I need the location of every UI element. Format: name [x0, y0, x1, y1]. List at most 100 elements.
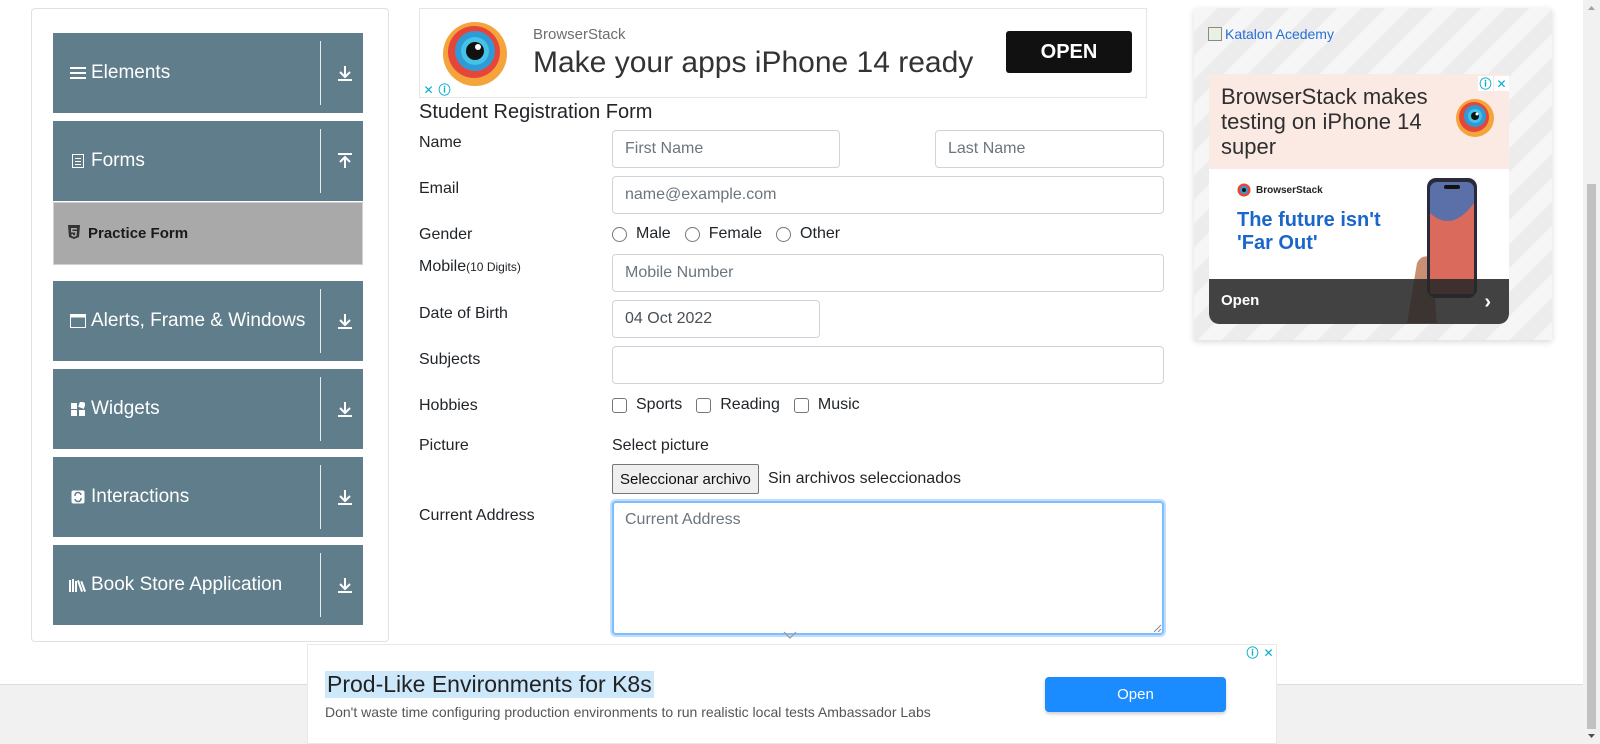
- expand-icon[interactable]: [335, 575, 355, 595]
- close-icon[interactable]: ✕: [1494, 76, 1509, 91]
- file-status: Sin archivos seleccionados: [768, 470, 961, 487]
- info-icon[interactable]: ⓘ: [1478, 76, 1493, 91]
- broken-image-icon: [1208, 27, 1222, 41]
- chevron-right-icon[interactable]: ›: [1484, 291, 1491, 314]
- group-alerts-frame-windows[interactable]: Alerts, Frame & Windows: [53, 281, 363, 361]
- ad-open-button[interactable]: Open: [1045, 677, 1226, 712]
- browserstack-mini-logo: [1237, 183, 1251, 197]
- divider: [320, 41, 321, 105]
- form-title: Student Registration Form: [419, 101, 653, 123]
- bottom-ad-banner[interactable]: Prod-Like Environments for K8s Don't was…: [307, 644, 1277, 744]
- browserstack-logo: [442, 21, 508, 87]
- hamburger-icon: [69, 64, 87, 82]
- scroll-up-icon[interactable]: [1587, 3, 1596, 13]
- hobbies-label: Hobbies: [419, 397, 478, 414]
- top-ad-banner[interactable]: BrowserStack Make your apps iPhone 14 re…: [419, 8, 1147, 98]
- checkbox[interactable]: [793, 397, 809, 413]
- expand-icon[interactable]: [335, 63, 355, 83]
- group-elements[interactable]: Elements: [53, 33, 363, 113]
- hobby-music[interactable]: Music: [793, 396, 860, 414]
- info-icon[interactable]: ⓘ: [1245, 645, 1260, 660]
- current-address-textarea[interactable]: [612, 501, 1164, 635]
- browserstack-logo: [1456, 99, 1494, 137]
- expand-icon[interactable]: [335, 399, 355, 419]
- group-label: Elements: [91, 62, 171, 83]
- address-label: Current Address: [419, 507, 535, 524]
- name-label: Name: [419, 134, 462, 151]
- ad-subtext: Don't waste time configuring production …: [325, 704, 931, 720]
- checkbox[interactable]: [696, 397, 712, 413]
- info-icon[interactable]: ⓘ: [437, 82, 452, 97]
- ad-open-label[interactable]: Open: [1221, 292, 1259, 309]
- collapse-icon[interactable]: [335, 151, 355, 171]
- group-forms[interactable]: Forms: [53, 121, 363, 201]
- close-icon[interactable]: ✕: [421, 82, 436, 97]
- option-label: Other: [800, 225, 841, 242]
- mobile-label: Mobile(10 Digits): [419, 258, 521, 276]
- radio-button[interactable]: [612, 226, 627, 242]
- chevron-down-icon[interactable]: [783, 631, 797, 639]
- adchoices[interactable]: ⓘ ✕: [1478, 76, 1509, 91]
- hobbies-options: Sports Reading Music: [612, 396, 874, 414]
- ad-cta-bar[interactable]: Open ›: [1209, 279, 1509, 324]
- group-label: Interactions: [91, 486, 190, 507]
- radio-button[interactable]: [776, 226, 792, 242]
- scroll-thumb[interactable]: [1587, 184, 1596, 729]
- gender-label: Gender: [419, 226, 473, 243]
- mobile-input[interactable]: [612, 254, 1164, 292]
- option-label: Music: [817, 396, 860, 413]
- option-label: Male: [636, 225, 671, 242]
- mobile-label-text: Mobile: [419, 258, 467, 275]
- ad-headline: BrowserStack makes testing on iPhone 14 …: [1221, 84, 1428, 159]
- window-icon: [69, 312, 87, 330]
- hobby-reading[interactable]: Reading: [696, 396, 780, 414]
- last-name-input[interactable]: [935, 130, 1164, 168]
- subjects-label: Subjects: [419, 351, 481, 368]
- gender-options: Male Female Other: [612, 225, 854, 243]
- vertical-scrollbar[interactable]: [1583, 0, 1600, 744]
- gender-option-male[interactable]: Male: [612, 225, 671, 243]
- image-alt-text: Katalon Acedemy: [1225, 26, 1334, 42]
- mini-brand-label: BrowserStack: [1256, 184, 1323, 196]
- adchoices[interactable]: ⓘ ✕: [1245, 645, 1276, 660]
- books-icon: [69, 576, 87, 594]
- adchoices[interactable]: ✕ ⓘ: [421, 82, 452, 97]
- group-label: Widgets: [91, 398, 160, 419]
- email-label: Email: [419, 180, 460, 197]
- group-book-store[interactable]: Book Store Application: [53, 545, 363, 625]
- expand-icon[interactable]: [335, 487, 355, 507]
- dob-label: Date of Birth: [419, 305, 508, 322]
- radio-button[interactable]: [684, 226, 700, 242]
- gender-option-female[interactable]: Female: [684, 225, 762, 243]
- group-interactions[interactable]: Interactions: [53, 457, 363, 537]
- menu-item-practice-form[interactable]: Practice Form: [53, 202, 363, 265]
- ad-top-panel: BrowserStack makes testing on iPhone 14 …: [1209, 74, 1509, 169]
- expand-icon[interactable]: [335, 311, 355, 331]
- browserstack-ad[interactable]: BrowserStack makes testing on iPhone 14 …: [1209, 74, 1509, 324]
- html5-icon: [68, 225, 82, 241]
- group-label: Alerts, Frame & Windows: [91, 310, 306, 331]
- email-input[interactable]: [612, 176, 1164, 214]
- document-icon: [69, 152, 87, 170]
- menu-item-label: Practice Form: [88, 225, 189, 242]
- right-ad[interactable]: Katalon Acedemy BrowserStack makes testi…: [1194, 8, 1552, 340]
- checkbox[interactable]: [612, 397, 627, 413]
- ad-headline: Prod-Like Environments for K8s: [325, 671, 654, 698]
- dob-input[interactable]: [612, 300, 820, 338]
- group-widgets[interactable]: Widgets: [53, 369, 363, 449]
- first-name-input[interactable]: [612, 130, 840, 168]
- ad-open-button[interactable]: OPEN: [1006, 31, 1132, 73]
- mobile-hint: (10 Digits): [466, 260, 521, 274]
- hobby-sports[interactable]: Sports: [612, 396, 682, 414]
- katalon-image[interactable]: Katalon Acedemy: [1208, 26, 1334, 42]
- widgets-icon: [69, 400, 87, 418]
- scroll-down-icon[interactable]: [1587, 731, 1596, 741]
- mini-brand: BrowserStack: [1237, 183, 1323, 197]
- left-panel: Elements Forms Practice Form Alerts, Fra…: [31, 8, 389, 642]
- close-icon[interactable]: ✕: [1261, 645, 1276, 660]
- choose-file-button[interactable]: Seleccionar archivo: [612, 464, 759, 494]
- subjects-input[interactable]: [612, 346, 1164, 384]
- resize-grip-icon[interactable]: [1153, 624, 1162, 633]
- gender-option-other[interactable]: Other: [776, 225, 840, 243]
- ad-tagline: The future isn't 'Far Out': [1237, 209, 1381, 254]
